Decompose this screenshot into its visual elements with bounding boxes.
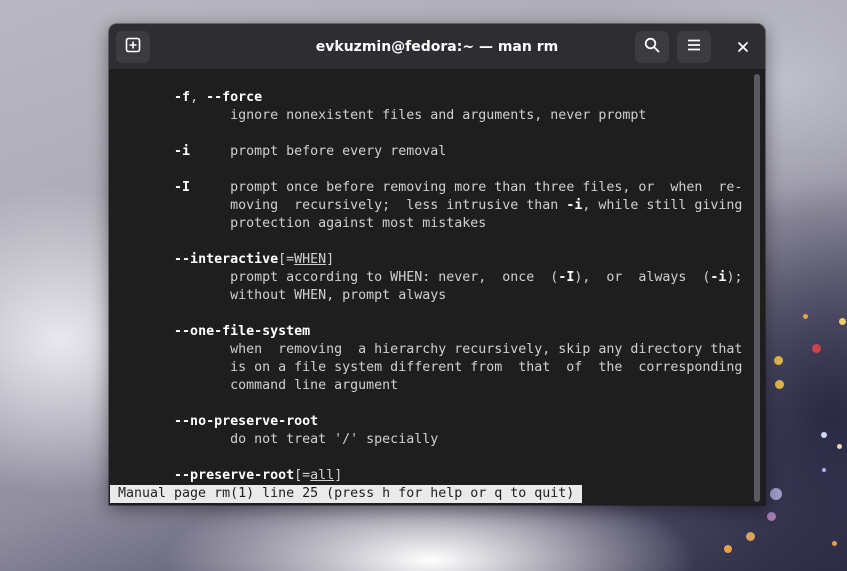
option-flag: -I bbox=[174, 180, 191, 195]
close-button[interactable] bbox=[731, 35, 755, 59]
option-argument: WHEN bbox=[294, 252, 327, 267]
wallpaper-light bbox=[822, 468, 826, 472]
option-flag: --no-preserve-root bbox=[174, 414, 319, 429]
terminal-line: -I prompt once before removing more than… bbox=[118, 179, 742, 197]
terminal-line: is on a file system different from that … bbox=[118, 359, 742, 377]
terminal-text: [= bbox=[294, 468, 311, 483]
terminal-text: ] bbox=[326, 252, 335, 267]
option-flag: -I bbox=[558, 270, 575, 285]
terminal-line: --one-file-system bbox=[118, 323, 310, 341]
terminal-text: prompt before every removal bbox=[190, 144, 447, 159]
terminal-text: , while still giving bbox=[582, 198, 743, 213]
terminal-text: command line argument bbox=[118, 378, 399, 393]
terminal-line: when removing a hierarchy recursively, s… bbox=[118, 341, 742, 359]
option-flag: --preserve-root bbox=[174, 468, 295, 483]
wallpaper-light bbox=[775, 380, 784, 389]
terminal-line: do not treat '/' specially bbox=[118, 431, 438, 449]
header-bar: evkuzmin@fedora:~ — man rm bbox=[109, 24, 765, 70]
terminal-text: ] bbox=[334, 468, 343, 483]
wallpaper-light bbox=[746, 532, 755, 541]
option-flag: -f bbox=[174, 90, 191, 105]
wallpaper-light bbox=[832, 541, 837, 546]
terminal-line: --preserve-root[=all] bbox=[118, 467, 342, 485]
search-icon bbox=[644, 37, 660, 57]
terminal-line: command line argument bbox=[118, 377, 398, 395]
terminal-window: evkuzmin@fedora:~ — man rm -f, --force i… bbox=[109, 24, 765, 505]
terminal-text: ignore nonexistent files and arguments, … bbox=[118, 108, 647, 123]
terminal-text: do not treat '/' specially bbox=[118, 432, 439, 447]
terminal-line: --no-preserve-root bbox=[118, 413, 318, 431]
terminal-text: moving recursively; less intrusive than bbox=[118, 198, 567, 213]
new-tab-icon bbox=[125, 37, 141, 57]
terminal-text: [= bbox=[278, 252, 295, 267]
terminal-text: is on a file system different from that … bbox=[118, 360, 743, 375]
option-flag: -i bbox=[710, 270, 727, 285]
terminal-line: --interactive[=WHEN] bbox=[118, 251, 334, 269]
wallpaper-light bbox=[839, 318, 846, 325]
close-icon bbox=[737, 38, 749, 57]
wallpaper-light bbox=[837, 444, 842, 449]
wallpaper-light bbox=[812, 344, 821, 353]
option-flag: --interactive bbox=[174, 252, 279, 267]
wallpaper-light bbox=[767, 512, 776, 521]
terminal-line: prompt according to WHEN: never, once (-… bbox=[118, 269, 742, 287]
window-title: evkuzmin@fedora:~ — man rm bbox=[315, 39, 559, 55]
wallpaper-light bbox=[774, 356, 783, 365]
main-menu-button[interactable] bbox=[677, 31, 711, 63]
terminal-text: ); bbox=[726, 270, 743, 285]
option-flag: --force bbox=[206, 90, 263, 105]
wallpaper-light bbox=[821, 432, 827, 438]
terminal-line: ignore nonexistent files and arguments, … bbox=[118, 107, 646, 125]
option-argument: all bbox=[310, 468, 335, 483]
scrollbar[interactable] bbox=[754, 74, 760, 502]
terminal-view[interactable]: -f, --force ignore nonexistent files and… bbox=[109, 71, 753, 505]
terminal-text: prompt once before removing more than th… bbox=[190, 180, 743, 195]
hamburger-menu-icon bbox=[686, 37, 702, 57]
terminal-text: protection against most mistakes bbox=[118, 216, 487, 231]
wallpaper-light bbox=[803, 314, 808, 319]
search-button[interactable] bbox=[635, 31, 669, 63]
terminal-line: moving recursively; less intrusive than … bbox=[118, 197, 742, 215]
terminal-text: without WHEN, prompt always bbox=[118, 288, 447, 303]
terminal-text: prompt according to WHEN: never, once ( bbox=[118, 270, 559, 285]
terminal-line: protection against most mistakes bbox=[118, 215, 486, 233]
terminal-line: -f, --force bbox=[118, 89, 262, 107]
new-tab-button[interactable] bbox=[116, 31, 150, 63]
wallpaper-light bbox=[724, 545, 732, 553]
option-flag: --one-file-system bbox=[174, 324, 311, 339]
terminal-text: ), or always ( bbox=[574, 270, 711, 285]
terminal-text: , bbox=[190, 90, 207, 105]
terminal-text: when removing a hierarchy recursively, s… bbox=[118, 342, 743, 357]
pager-status-line: Manual page rm(1) line 25 (press h for h… bbox=[110, 485, 583, 503]
terminal-line: -i prompt before every removal bbox=[118, 143, 446, 161]
terminal-line: without WHEN, prompt always bbox=[118, 287, 446, 305]
option-flag: -i bbox=[566, 198, 583, 213]
option-flag: -i bbox=[174, 144, 191, 159]
wallpaper-light bbox=[770, 488, 782, 500]
